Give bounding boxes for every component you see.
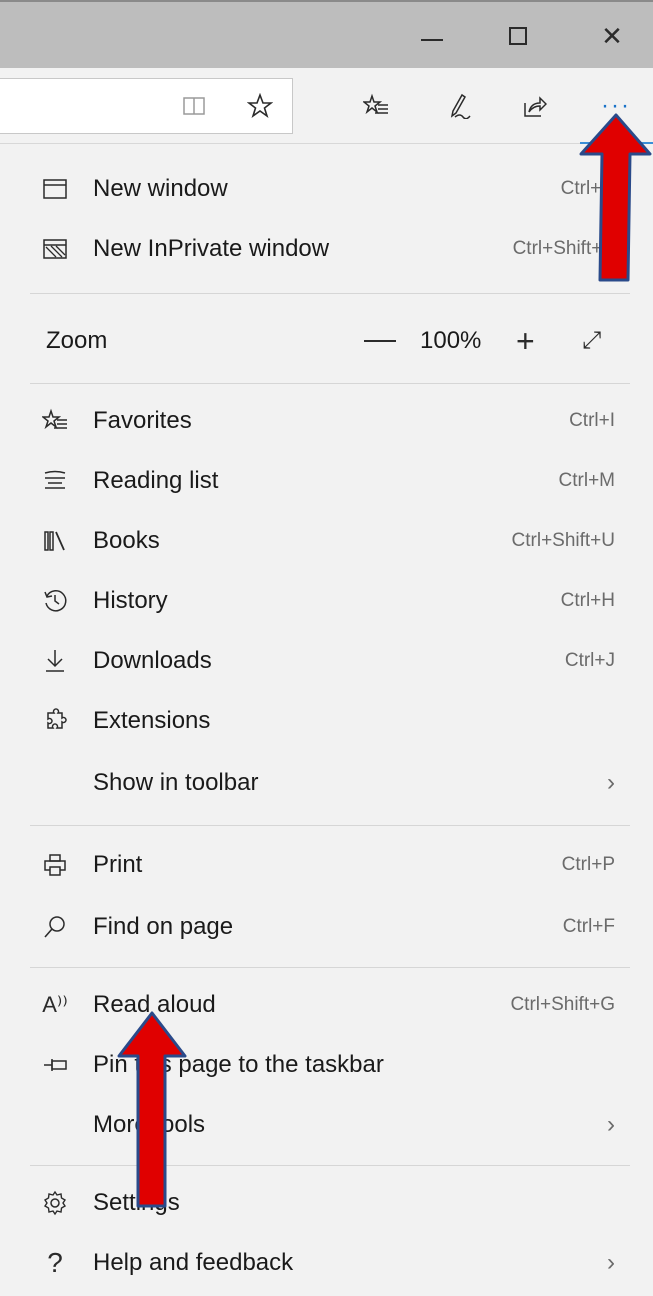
menu-item-label: Help and feedback [93, 1249, 294, 1276]
star-icon [247, 93, 273, 119]
menu-item-shortcut: Ctrl+F [562, 916, 615, 937]
reading-list-icon [40, 466, 70, 496]
favorites-hub-button[interactable] [352, 68, 400, 144]
read-aloud-icon: A⁾⁾ [42, 992, 68, 1017]
menu-item-shortcut: Ctrl+Shift+U [511, 530, 615, 551]
pin-icon [40, 1050, 70, 1080]
inprivate-window-icon [40, 234, 70, 264]
menu-item-label: New InPrivate window [93, 235, 330, 262]
pen-icon [450, 93, 471, 119]
minimize-icon [421, 39, 443, 41]
search-icon [40, 912, 70, 942]
gear-icon [40, 1188, 70, 1218]
menu-item-reading-list[interactable]: Reading list Ctrl+M [0, 451, 653, 511]
menu-item-label: New window [93, 175, 228, 202]
menu-item-new-inprivate-window[interactable]: New InPrivate window Ctrl+Shift+P [0, 219, 653, 279]
menu-item-show-in-toolbar[interactable]: Show in toolbar › [0, 753, 653, 813]
reading-view-button[interactable] [170, 68, 218, 144]
menu-item-label: Reading list [93, 467, 219, 494]
menu-item-new-window[interactable]: New window Ctrl+N [0, 159, 653, 219]
settings-and-more-menu: New window Ctrl+N New InPrivate window C… [0, 145, 653, 1296]
annotation-arrow-bottom [117, 1011, 187, 1208]
close-icon: ✕ [601, 20, 623, 51]
menu-item-read-aloud[interactable]: A⁾⁾ Read aloud Ctrl+Shift+G [0, 975, 653, 1035]
reading-view-icon [183, 97, 205, 115]
menu-divider [30, 967, 630, 968]
menu-divider [30, 293, 630, 294]
menu-item-shortcut: Ctrl+J [564, 650, 615, 671]
chevron-right-icon: › [607, 1111, 615, 1138]
help-icon: ? [47, 1247, 63, 1278]
menu-item-history[interactable]: History Ctrl+H [0, 571, 653, 631]
menu-item-help-and-feedback[interactable]: ? Help and feedback › [0, 1233, 653, 1293]
menu-item-shortcut: Ctrl+M [558, 470, 615, 491]
menu-item-label: Downloads [93, 647, 212, 674]
zoom-in-button[interactable]: + [516, 323, 535, 360]
menu-item-print[interactable]: Print Ctrl+P [0, 835, 653, 895]
maximize-icon [509, 27, 527, 45]
menu-item-favorites[interactable]: Favorites Ctrl+I [0, 391, 653, 451]
chevron-right-icon: › [607, 769, 615, 796]
menu-item-shortcut: Ctrl+Shift+G [510, 994, 615, 1015]
web-notes-button[interactable] [434, 68, 482, 144]
zoom-label: Zoom [46, 327, 108, 354]
favorites-icon [363, 93, 388, 115]
menu-divider [30, 383, 630, 384]
fullscreen-button[interactable]: ⤢ [582, 327, 601, 355]
printer-icon [40, 850, 70, 880]
zoom-level: 100% [420, 327, 482, 354]
add-favorite-button[interactable] [236, 68, 284, 144]
menu-item-label: Books [93, 527, 160, 554]
menu-item-label: History [93, 587, 168, 614]
menu-item-settings[interactable]: Settings [0, 1173, 653, 1233]
menu-item-label: Find on page [93, 913, 234, 940]
books-icon [40, 526, 70, 556]
chevron-right-icon: › [607, 1249, 615, 1276]
zoom-out-button[interactable] [364, 340, 396, 342]
menu-divider [30, 825, 630, 826]
annotation-arrow-top [579, 113, 652, 282]
browser-toolbar: ··· [0, 68, 653, 144]
menu-item-label: Extensions [93, 707, 211, 734]
menu-item-more-tools[interactable]: More tools › [0, 1095, 653, 1155]
menu-item-shortcut: Ctrl+I [569, 410, 615, 431]
favorites-icon [40, 406, 70, 436]
puzzle-icon [40, 706, 70, 736]
share-icon [524, 96, 547, 117]
menu-item-find-on-page[interactable]: Find on page Ctrl+F [0, 897, 653, 957]
minimize-button[interactable] [392, 2, 472, 70]
close-button[interactable]: ✕ [572, 2, 652, 70]
menu-item-pin-to-taskbar[interactable]: Pin this page to the taskbar [0, 1035, 653, 1095]
maximize-button[interactable] [478, 2, 558, 70]
menu-item-books[interactable]: Books Ctrl+Shift+U [0, 511, 653, 571]
menu-item-extensions[interactable]: Extensions [0, 691, 653, 751]
menu-row-zoom: Zoom 100% + ⤢ [0, 311, 653, 371]
history-icon [40, 586, 70, 616]
menu-item-label: Favorites [93, 407, 192, 434]
menu-item-shortcut: Ctrl+H [560, 590, 615, 611]
menu-item-downloads[interactable]: Downloads Ctrl+J [0, 631, 653, 691]
menu-item-label: Show in toolbar [93, 769, 259, 796]
share-button[interactable] [510, 68, 558, 144]
menu-item-label: Print [93, 851, 143, 878]
title-bar: ✕ [0, 0, 653, 68]
window-icon [40, 174, 70, 204]
download-icon [40, 646, 70, 676]
menu-item-shortcut: Ctrl+P [561, 854, 615, 875]
